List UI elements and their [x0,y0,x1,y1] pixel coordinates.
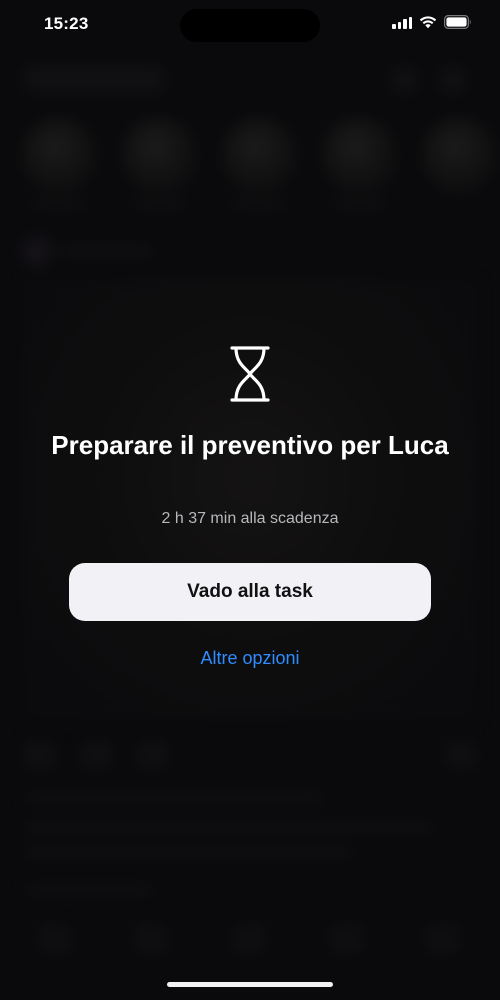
deadline-countdown: 2 h 37 min alla scadenza [161,510,339,527]
screen: 15:23 Preparare il preventivo per Luca 2… [0,0,500,1000]
hourglass-icon [226,344,274,404]
task-deadline-alert: Preparare il preventivo per Luca 2 h 37 … [0,0,500,1000]
more-options-link[interactable]: Altre opzioni [150,644,350,672]
home-indicator[interactable] [167,982,333,987]
alert-title: Preparare il preventivo per Luca [51,430,449,460]
go-to-task-button[interactable]: Vado alla task [69,563,431,621]
